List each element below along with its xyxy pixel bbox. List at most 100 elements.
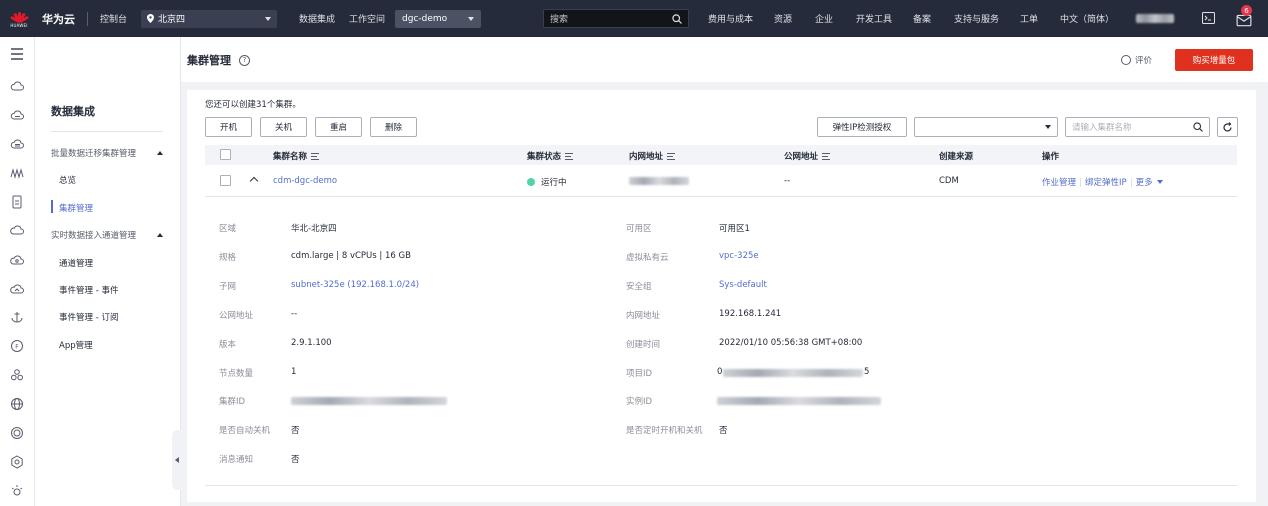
menu-group-label: 批量数据迁移集群管理 xyxy=(51,149,137,159)
table-header: 集群名称 集群状态 内网地址 公网地址 创建来源 操作 xyxy=(205,145,1237,165)
hamburger-menu-icon[interactable] xyxy=(10,47,24,61)
bind-eip-link[interactable]: 绑定弹性IP xyxy=(1085,176,1127,188)
smile-icon xyxy=(1121,55,1131,65)
hexagon-icon[interactable] xyxy=(10,455,24,469)
cluster-icon[interactable] xyxy=(10,368,24,382)
detail-subnet-link[interactable]: subnet-325e (192.168.1.0/24) xyxy=(291,280,419,290)
sort-icon[interactable] xyxy=(311,152,320,160)
rate-button[interactable]: 评价 xyxy=(1121,54,1152,66)
nav-cost[interactable]: 费用与成本 xyxy=(708,0,753,37)
menu-item-app-management[interactable]: App管理 xyxy=(59,339,93,351)
collapse-sidebar-button[interactable] xyxy=(172,430,182,490)
nav-dev-tools[interactable]: 开发工具 xyxy=(856,0,892,37)
sort-icon[interactable] xyxy=(822,152,831,160)
more-dropdown[interactable]: 更多 xyxy=(1136,176,1153,188)
cluster-name-link[interactable]: cdm-dgc-demo xyxy=(273,176,337,186)
buy-increment-button[interactable]: 购买增量包 xyxy=(1175,49,1253,71)
search-placeholder: 搜索 xyxy=(550,15,569,25)
refresh-icon xyxy=(1223,121,1232,132)
cloud-network-icon[interactable] xyxy=(10,282,24,296)
chevron-up-icon[interactable] xyxy=(249,176,259,186)
cloud-storage-icon[interactable] xyxy=(10,253,24,267)
chevron-down-icon xyxy=(265,16,272,21)
console-link[interactable]: 控制台 xyxy=(100,12,127,25)
cluster-search-input[interactable]: 请输入集群名称 xyxy=(1065,117,1210,137)
menu-group-batch-migration[interactable]: 批量数据迁移集群管理 xyxy=(51,147,163,159)
column-source: 创建来源 xyxy=(939,150,973,162)
column-public-ip[interactable]: 公网地址 xyxy=(784,150,831,162)
rate-label: 评价 xyxy=(1135,56,1153,66)
job-management-link[interactable]: 作业管理 xyxy=(1042,176,1076,188)
search-icon xyxy=(672,13,682,24)
detail-scheduled-power: 否 xyxy=(719,426,728,436)
anchor-icon[interactable] xyxy=(10,310,24,324)
nav-workspace[interactable]: 工作空间 xyxy=(349,12,385,25)
public-ip: -- xyxy=(784,176,791,186)
logo-text: HUAWEI xyxy=(10,22,28,28)
menu-item-channel-management[interactable]: 通道管理 xyxy=(59,257,93,269)
workspace-selector[interactable]: dgc-demo xyxy=(395,9,482,28)
eip-auth-button[interactable]: 弹性IP检测授权 xyxy=(817,117,907,137)
help-icon[interactable]: ? xyxy=(239,54,250,66)
column-cluster-name[interactable]: 集群名称 xyxy=(273,150,320,162)
delete-button[interactable]: 删除 xyxy=(370,117,417,137)
nav-resources[interactable]: 资源 xyxy=(774,0,792,37)
row-checkbox[interactable] xyxy=(220,175,231,186)
column-label: 内网地址 xyxy=(629,152,664,162)
menu-item-cluster-management[interactable]: 集群管理 xyxy=(59,202,93,214)
detail-az: 可用区1 xyxy=(719,224,750,234)
menu-group-realtime-channel[interactable]: 实时数据接入通道管理 xyxy=(51,229,163,241)
divider xyxy=(1080,177,1082,187)
chevron-down-icon xyxy=(1045,125,1051,129)
cloud-database-icon[interactable] xyxy=(10,137,24,151)
create-source: CDM xyxy=(939,176,959,186)
detail-label: 是否定时开机和关机 xyxy=(626,426,703,436)
detail-public-ip: -- xyxy=(291,309,298,319)
waveform-icon[interactable] xyxy=(10,166,24,180)
sparkle-icon[interactable] xyxy=(10,484,24,498)
account-name-redacted[interactable] xyxy=(1136,14,1174,23)
detail-auto-shutdown: 否 xyxy=(291,426,300,436)
detail-label: 项目ID xyxy=(626,369,653,379)
global-search-input[interactable]: 搜索 xyxy=(543,9,689,28)
region-selector[interactable]: 北京四 xyxy=(141,9,278,28)
detail-vpc-link[interactable]: vpc-325e xyxy=(719,251,759,261)
nav-support[interactable]: 支持与服务 xyxy=(954,0,999,37)
brand-name[interactable]: 华为云 xyxy=(42,11,75,27)
cloud-compute-icon[interactable] xyxy=(10,108,24,122)
nav-filing[interactable]: 备案 xyxy=(913,0,931,37)
divider xyxy=(1130,177,1132,187)
nav-tickets[interactable]: 工单 xyxy=(1020,0,1038,37)
sort-icon[interactable] xyxy=(667,152,676,160)
language-selector[interactable]: 中文（简体） xyxy=(1060,0,1114,37)
document-icon[interactable] xyxy=(10,195,24,209)
huawei-logo[interactable]: HUAWEI xyxy=(4,0,34,37)
terminal-icon[interactable] xyxy=(1202,12,1215,24)
select-all-checkbox[interactable] xyxy=(220,149,231,160)
globe-icon[interactable] xyxy=(10,397,24,411)
start-button[interactable]: 开机 xyxy=(205,117,252,137)
nav-data-integration[interactable]: 数据集成 xyxy=(299,12,335,25)
menu-item-overview[interactable]: 总览 xyxy=(59,174,76,186)
project-id-tail: 5 xyxy=(864,367,870,377)
nav-enterprise[interactable]: 企业 xyxy=(815,0,833,37)
coin-icon[interactable]: F xyxy=(10,339,24,353)
column-status[interactable]: 集群状态 xyxy=(527,150,574,162)
refresh-button[interactable] xyxy=(1217,117,1238,137)
filter-select[interactable] xyxy=(914,117,1058,137)
divider xyxy=(87,11,88,26)
cloud-server-icon[interactable] xyxy=(10,79,24,93)
menu-item-event-management[interactable]: 事件管理 - 事件 xyxy=(59,284,118,296)
detail-label: 节点数量 xyxy=(219,369,254,379)
sort-icon[interactable] xyxy=(565,152,574,160)
detail-private-ip: 192.168.1.241 xyxy=(719,309,782,319)
stop-button[interactable]: 关机 xyxy=(260,117,307,137)
cluster-id-redacted xyxy=(291,397,447,405)
restart-button[interactable]: 重启 xyxy=(315,117,362,137)
detail-security-group-link[interactable]: Sys-default xyxy=(719,280,767,290)
column-private-ip[interactable]: 内网地址 xyxy=(629,150,676,162)
chevron-down-icon[interactable] xyxy=(1156,180,1163,184)
badge-icon[interactable] xyxy=(10,426,24,440)
menu-item-event-subscription[interactable]: 事件管理 - 订阅 xyxy=(59,311,118,323)
cloud-icon[interactable] xyxy=(10,224,24,238)
